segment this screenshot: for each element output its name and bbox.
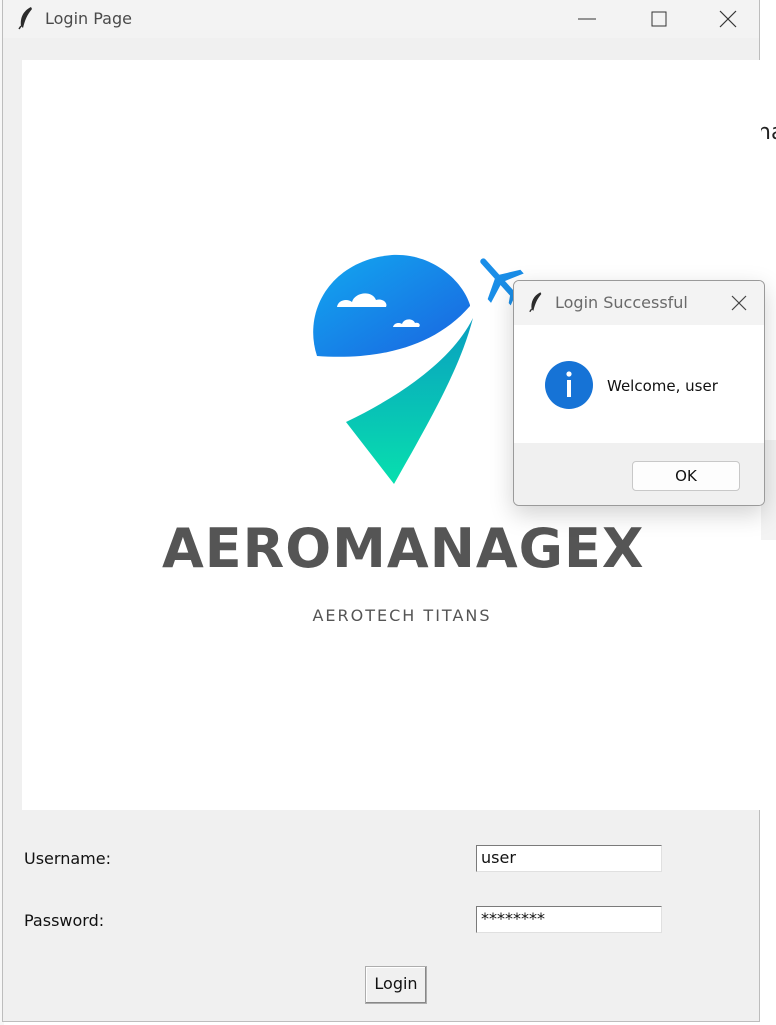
close-button[interactable] bbox=[698, 0, 758, 38]
dialog-message: Welcome, user bbox=[607, 377, 718, 395]
dialog-body: Welcome, user bbox=[514, 325, 764, 443]
feather-icon bbox=[18, 7, 32, 30]
dialog-title-bar[interactable]: Login Successful bbox=[514, 281, 764, 325]
minimize-icon bbox=[578, 18, 596, 20]
window-title: Login Page bbox=[45, 9, 132, 28]
username-input[interactable]: user bbox=[476, 845, 662, 872]
close-icon[interactable] bbox=[724, 289, 754, 317]
maximize-button[interactable] bbox=[628, 0, 688, 38]
login-button[interactable]: Login bbox=[365, 966, 427, 1004]
password-input[interactable]: ******** bbox=[476, 906, 662, 933]
login-successful-dialog: Login Successful Welcome, user OK bbox=[513, 280, 765, 506]
sky-shape bbox=[313, 254, 470, 357]
close-icon bbox=[719, 10, 737, 28]
feather-icon bbox=[529, 292, 542, 313]
brand-name: AEROMANAGEX bbox=[162, 517, 645, 580]
username-label: Username: bbox=[24, 849, 111, 868]
brand-tagline: AEROTECH TITANS bbox=[312, 606, 492, 625]
login-window: Login Page AEROMANAGEX AEROTECH TITANS U… bbox=[2, 0, 761, 1022]
dialog-footer: OK bbox=[514, 443, 764, 505]
ok-button[interactable]: OK bbox=[632, 461, 740, 491]
info-icon bbox=[545, 361, 593, 409]
minimize-button[interactable] bbox=[558, 0, 618, 38]
title-bar[interactable]: Login Page bbox=[3, 0, 759, 38]
maximize-icon bbox=[651, 11, 667, 27]
password-label: Password: bbox=[24, 911, 105, 930]
dialog-title: Login Successful bbox=[555, 293, 688, 312]
